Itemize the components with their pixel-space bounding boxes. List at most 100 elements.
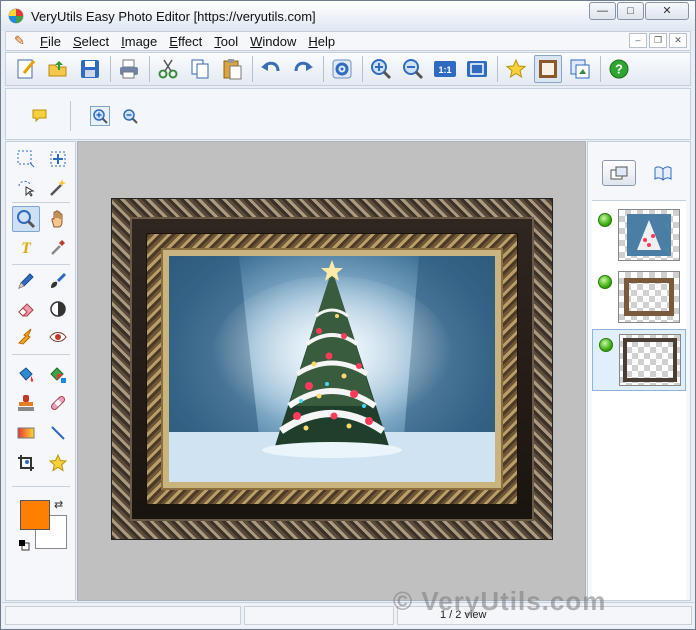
layer-visibility-icon[interactable] (598, 213, 612, 227)
tool-palette: T ⇄ (5, 141, 76, 601)
magic-wand-tool[interactable] (44, 174, 72, 200)
menu-help[interactable]: Help (302, 34, 341, 49)
title-bar[interactable]: VeryUtils Easy Photo Editor [https://ver… (1, 1, 695, 31)
svg-text:?: ? (615, 62, 623, 77)
paste-button[interactable] (218, 55, 246, 83)
tab-layers[interactable] (602, 160, 636, 186)
settings-icon (332, 59, 352, 79)
pencil-tool[interactable] (12, 268, 40, 294)
copy-icon (191, 59, 209, 79)
copy-button[interactable] (186, 55, 214, 83)
layer-visibility-icon[interactable] (599, 338, 613, 352)
line-tool[interactable] (44, 420, 72, 446)
layer-item[interactable] (592, 205, 686, 267)
minimize-button[interactable]: — (589, 2, 616, 20)
frame-gold-band (146, 233, 518, 505)
toolbar-separator (149, 56, 150, 82)
crop-icon (18, 455, 34, 471)
undo-icon (261, 61, 280, 72)
watermark: © VeryUtils.com (393, 586, 607, 616)
frame-button[interactable] (534, 55, 562, 83)
fit-window-icon (467, 61, 487, 77)
text-tool[interactable]: T (12, 234, 40, 260)
menu-select[interactable]: Select (67, 34, 115, 49)
move-icon (50, 151, 66, 167)
layer-thumbnail (618, 209, 680, 261)
document-window-controls: – ❐ ✕ (627, 33, 687, 48)
window-controls: — □ ✕ (588, 2, 689, 20)
foreground-color-swatch[interactable] (20, 500, 50, 530)
smudge-tool[interactable] (12, 324, 40, 350)
layer-visibility-icon[interactable] (598, 275, 612, 289)
layer-item-selected[interactable] (592, 329, 686, 391)
zoom-tool[interactable] (12, 206, 40, 232)
frame-border (130, 217, 534, 521)
doc-minimize-button[interactable]: – (629, 33, 647, 48)
doc-close-button[interactable]: ✕ (669, 33, 687, 48)
save-button[interactable] (76, 55, 104, 83)
lasso-tool[interactable] (12, 174, 40, 200)
image-canvas[interactable] (111, 198, 553, 540)
undo-button[interactable] (257, 55, 285, 83)
close-button[interactable]: ✕ (645, 2, 689, 20)
default-colors-icon[interactable] (18, 539, 30, 551)
favorite-button[interactable] (502, 55, 530, 83)
menu-tool[interactable]: Tool (208, 34, 244, 49)
zoom-out-button[interactable] (399, 55, 427, 83)
eraser-tool[interactable] (12, 296, 40, 322)
redo-button[interactable] (289, 55, 317, 83)
menu-window[interactable]: Window (244, 34, 302, 49)
gradient-tool[interactable] (12, 420, 40, 446)
zoom-in-button[interactable] (367, 55, 395, 83)
doc-restore-button[interactable]: ❐ (649, 33, 667, 48)
print-icon (120, 59, 138, 79)
panel-tabs (588, 142, 690, 198)
menu-effect[interactable]: Effect (163, 34, 208, 49)
rect-select-tool[interactable] (12, 146, 40, 172)
new-button[interactable] (12, 55, 40, 83)
stamp-tool[interactable] (12, 390, 40, 416)
pencil-icon (18, 273, 34, 289)
actual-size-button[interactable]: 1:1 (431, 55, 459, 83)
frame-thumbnail (623, 338, 677, 382)
save-icon (81, 60, 99, 78)
fit-window-button[interactable] (463, 55, 491, 83)
star-icon (505, 58, 527, 79)
brush-tool[interactable] (44, 268, 72, 294)
eyedropper-icon (51, 240, 65, 255)
print-button[interactable] (115, 55, 143, 83)
menu-image[interactable]: Image (115, 34, 163, 49)
swap-colors-icon[interactable]: ⇄ (54, 498, 63, 511)
color-replace-tool[interactable] (44, 362, 72, 388)
options-zoom-out-button[interactable] (120, 106, 140, 126)
maximize-button[interactable]: □ (617, 2, 644, 20)
pencil-icon: ✎ (14, 33, 25, 48)
window-title: VeryUtils Easy Photo Editor [https://ver… (31, 8, 316, 24)
menu-file[interactable]: File (34, 34, 67, 49)
tab-history[interactable] (646, 160, 680, 186)
fill-tool[interactable] (12, 362, 40, 388)
help-button[interactable]: ? (605, 55, 633, 83)
status-cell-info (244, 606, 394, 625)
open-button[interactable] (44, 55, 72, 83)
options-zoom-in-button[interactable] (90, 106, 110, 126)
canvas-area[interactable] (77, 141, 586, 601)
layer-item[interactable] (592, 267, 686, 329)
red-eye-tool[interactable] (44, 324, 72, 350)
shape-tool[interactable] (44, 450, 72, 476)
toolbar-separator (252, 56, 253, 82)
heal-tool[interactable] (44, 390, 72, 416)
cut-button[interactable] (154, 55, 182, 83)
settings-button[interactable] (328, 55, 356, 83)
eyedropper-tool[interactable] (44, 234, 72, 260)
redo-icon (294, 61, 313, 72)
contrast-tool[interactable] (44, 296, 72, 322)
crop-tool[interactable] (12, 450, 40, 476)
move-selection-tool[interactable] (44, 146, 72, 172)
comment-button[interactable] (30, 106, 50, 126)
paste-icon (223, 59, 242, 80)
hand-tool[interactable] (44, 206, 72, 232)
layer-export-button[interactable] (566, 55, 594, 83)
brush-icon (51, 272, 67, 288)
status-cell-main (5, 606, 241, 625)
